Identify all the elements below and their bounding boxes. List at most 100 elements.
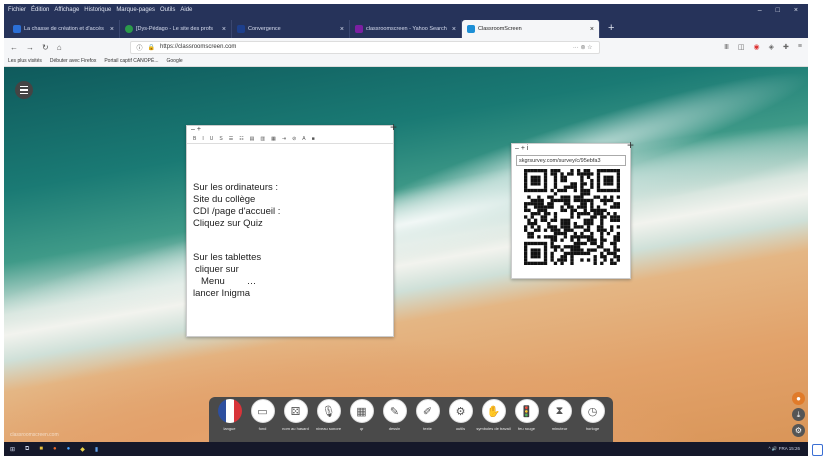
tool-texte[interactable]: ✐ texte (415, 399, 441, 431)
main-menu-button[interactable] (15, 81, 33, 99)
menu-outils[interactable]: Outils (160, 7, 175, 13)
addon-icon[interactable]: ◈ (769, 43, 774, 51)
link-icon[interactable]: ⊘ (292, 136, 296, 142)
tool-label: fond (258, 426, 267, 431)
underline-icon[interactable]: U (210, 136, 214, 142)
tool-dessin[interactable]: ✎ dessin (382, 399, 408, 431)
tab-1[interactable]: La chasse de création et d'accès × (8, 20, 120, 38)
tool-fond[interactable]: ▭ fond (250, 399, 276, 431)
tab-2[interactable]: [Dys-Pédago - Le site des profs × (120, 20, 232, 38)
tab-favicon-icon (125, 25, 133, 33)
text-pen-icon: ✐ (415, 399, 440, 423)
close-tab-icon[interactable]: × (590, 26, 594, 33)
note-line: Cliquez sur Quiz (193, 218, 263, 229)
text-widget-controls[interactable]: – + (187, 126, 393, 134)
back-icon[interactable]: ← (10, 43, 18, 52)
toolbar-icons: Ⅲ ◫ ◉ ◈ ✚ ≡ (724, 43, 802, 51)
color-icon[interactable]: ■ (312, 136, 315, 142)
bookmark-most-visited[interactable]: Les plus visités (8, 58, 42, 64)
tab-5-active[interactable]: ClassroomScreen × (462, 20, 600, 38)
browser-menubar: Fichier Édition Affichage Historique Mar… (4, 4, 808, 16)
note-line: cliquer sur (195, 264, 239, 275)
menu-icon[interactable]: ≡ (798, 43, 802, 51)
list-icon[interactable]: ☰ (229, 136, 233, 142)
bold-icon[interactable]: B (193, 136, 196, 142)
bookmark-google[interactable]: Google (167, 58, 183, 64)
tool-langue[interactable]: langue (217, 399, 243, 431)
reload-icon[interactable]: ↻ (42, 43, 49, 52)
close-tab-icon[interactable]: × (340, 26, 344, 33)
library-icon[interactable]: Ⅲ (724, 43, 729, 51)
page-actions[interactable]: ··· ⊚ ☆ (573, 44, 593, 51)
forward-icon[interactable]: → (26, 43, 34, 52)
tool-symboles-de-travail[interactable]: ✋ symboles de travail (476, 399, 511, 431)
qr-widget-controls[interactable]: – + i (512, 144, 630, 153)
extension-icon[interactable]: ◉ (754, 43, 760, 51)
align-right-icon[interactable]: ▦ (271, 136, 276, 142)
tool-feu-rouge[interactable]: 🚦 feu rouge (514, 399, 540, 431)
menu-historique[interactable]: Historique (84, 7, 111, 13)
text-formatting-toolbar: B I U S ☰ ☷ ▤ ▥ ▦ ⇥ ⊘ A ■ (187, 134, 393, 144)
tab-4[interactable]: classroomscreen - Yahoo Search × (350, 20, 462, 38)
system-tray[interactable]: ^ 🔊 FRA 15:26 (769, 446, 808, 452)
text-widget-content[interactable]: Sur les ordinateurs : Site du collège CD… (187, 144, 393, 300)
tool-nom-au-hasard[interactable]: ⚄ nom au hasard (282, 399, 309, 431)
bookmark-getting-started[interactable]: Débuter avec Firefox (50, 58, 96, 64)
maximize-button[interactable]: □ (776, 7, 780, 14)
tool-label: feu rouge (518, 426, 535, 431)
windows-start-icon[interactable]: ⊞ (10, 446, 15, 453)
tool-label: niveau sonore (315, 426, 342, 431)
firefox-icon[interactable]: ● (53, 446, 57, 452)
bookmark-canope[interactable]: Portail captif CANOPÉ... (104, 58, 158, 64)
sidebar-icon[interactable]: ◫ (738, 43, 745, 51)
new-tab-button[interactable]: + (600, 22, 622, 38)
menu-edition[interactable]: Édition (31, 7, 49, 13)
tool-qr[interactable]: ▦ qr (349, 399, 375, 431)
tool-outils[interactable]: ⚙ outils (448, 399, 474, 431)
info-icon[interactable]: ⓘ (137, 43, 143, 52)
traffic-light-icon: 🚦 (514, 399, 539, 423)
menu-affichage[interactable]: Affichage (54, 7, 79, 13)
tool-niveau-sonore[interactable]: 🎙 niveau sonore (316, 399, 342, 431)
widget-move-handle-icon[interactable]: + (627, 138, 634, 152)
text-widget[interactable]: – + + B I U S ☰ ☷ ▤ ▥ ▦ ⇥ ⊘ A ■ Sur les … (186, 120, 397, 337)
close-window-button[interactable]: × (794, 7, 798, 14)
align-left-icon[interactable]: ▤ (250, 136, 255, 142)
tool-label: outils (455, 426, 466, 431)
align-center-icon[interactable]: ▥ (260, 136, 265, 142)
chrome-icon[interactable]: ● (67, 446, 71, 452)
external-edge-button[interactable] (812, 444, 823, 456)
qr-widget[interactable]: – + i + skgrsurvey.com/survey/c/95ebfa3 (511, 138, 634, 279)
menu-aide[interactable]: Aide (180, 7, 192, 13)
share-icon[interactable]: ● (792, 392, 805, 405)
extension-puzzle-icon[interactable]: ✚ (783, 43, 789, 51)
widget-move-handle-icon[interactable]: + (390, 120, 397, 134)
tool-horloge[interactable]: ◷ horloge (580, 399, 606, 431)
task-view-icon[interactable]: ⧉ (25, 446, 29, 453)
tool-label: nom au hasard (282, 426, 309, 431)
close-tab-icon[interactable]: × (222, 26, 226, 33)
settings-icon[interactable]: ⚙ (792, 424, 805, 437)
close-tab-icon[interactable]: × (110, 26, 114, 33)
strike-icon[interactable]: S (219, 136, 222, 142)
tools-icon: ⚙ (448, 399, 473, 423)
indent-icon[interactable]: ⇥ (282, 136, 286, 142)
menu-fichier[interactable]: Fichier (8, 7, 26, 13)
italic-icon[interactable]: I (202, 136, 203, 142)
file-explorer-icon[interactable]: ■ (39, 446, 43, 452)
tab-3[interactable]: Convergence × (232, 20, 350, 38)
tool-minuteur[interactable]: ⧗ minuteur (547, 399, 573, 431)
close-tab-icon[interactable]: × (452, 26, 456, 33)
menu-marque-pages[interactable]: Marque-pages (116, 7, 155, 13)
font-size-icon[interactable]: A (302, 136, 305, 142)
document-icon[interactable]: ▮ (95, 446, 98, 453)
minimize-button[interactable]: – (758, 7, 762, 14)
url-bar[interactable]: ⓘ 🔒 https://classroomscreen.com ··· ⊚ ☆ (129, 40, 600, 54)
app-icon[interactable]: ◆ (80, 446, 85, 453)
home-icon[interactable]: ⌂ (57, 43, 62, 52)
tool-label: qr (359, 426, 364, 431)
download-icon[interactable]: ⤓ (792, 408, 805, 421)
numbered-list-icon[interactable]: ☷ (239, 136, 243, 142)
windows-taskbar: ⊞ ⧉ ■ ● ● ◆ ▮ ^ 🔊 FRA 15:26 (4, 442, 808, 456)
qr-url-input[interactable]: skgrsurvey.com/survey/c/95ebfa3 (516, 155, 626, 166)
